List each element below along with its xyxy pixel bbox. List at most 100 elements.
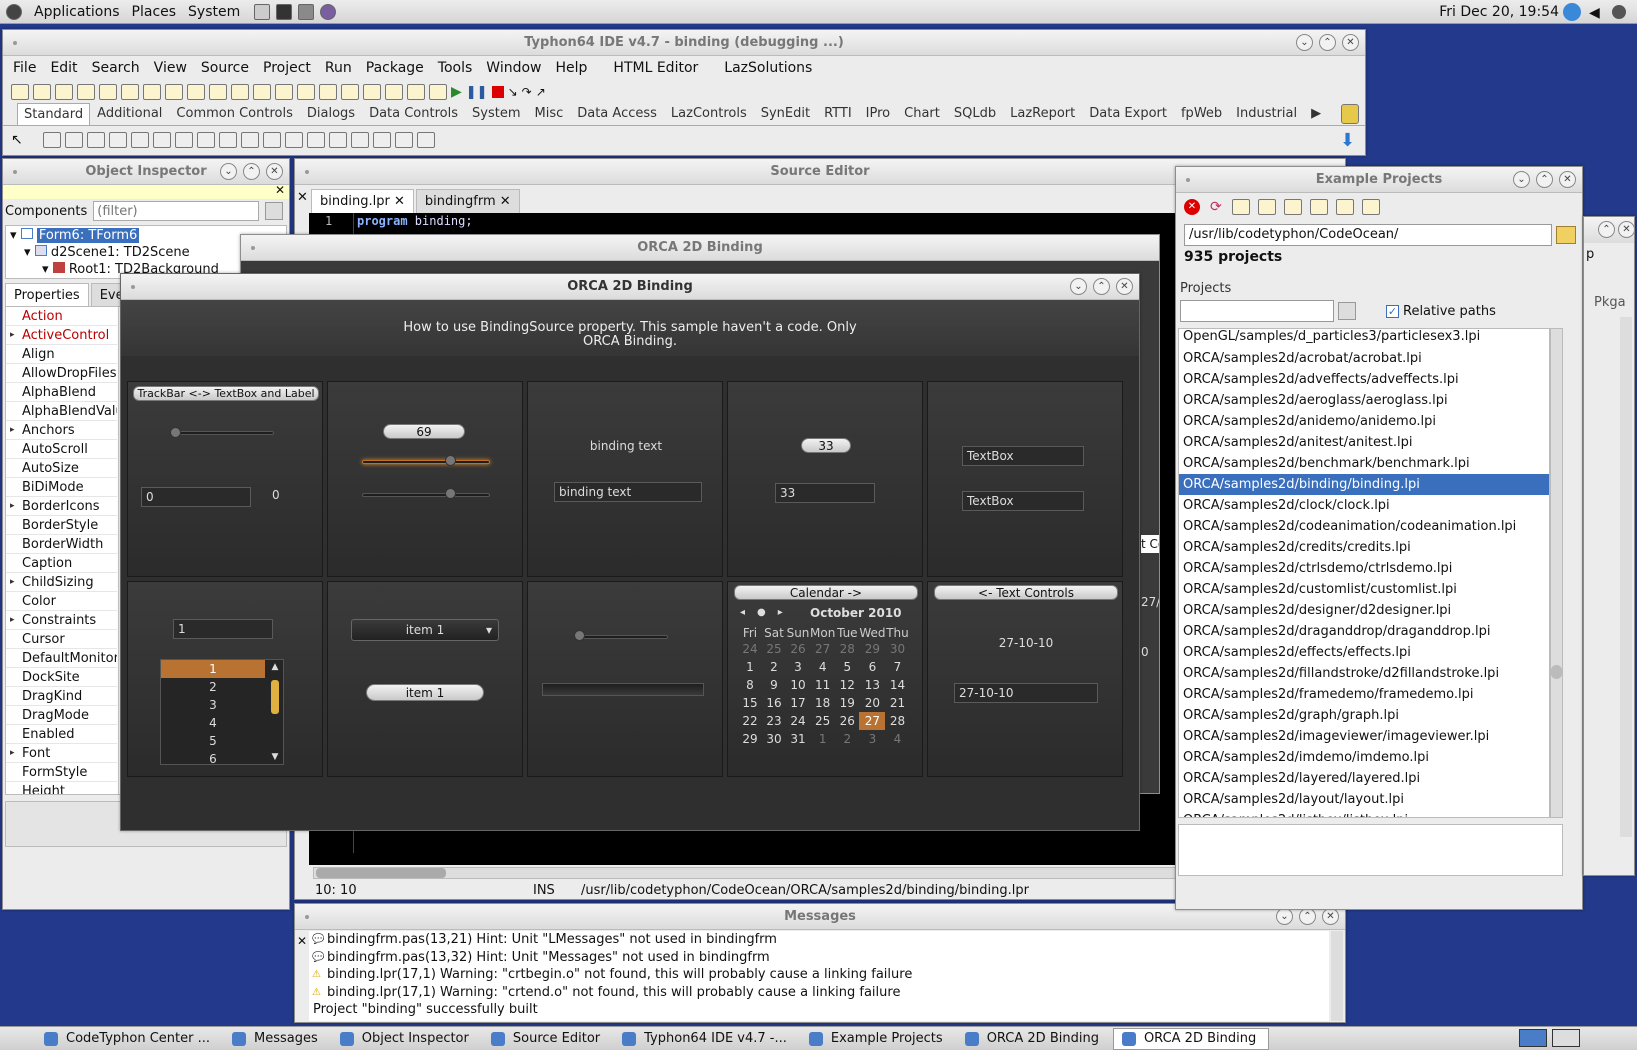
close-icon[interactable]: ✕ — [275, 183, 285, 197]
calendar-day[interactable]: 18 — [810, 694, 835, 712]
property-row[interactable]: ▸ Constraints — [6, 611, 117, 630]
tab-additional[interactable]: Additional — [90, 102, 169, 125]
message-row[interactable]: Project "binding" successfully built — [309, 1001, 1329, 1019]
project-list-item[interactable]: ORCA/samples2d/anitest/anitest.lpi — [1179, 432, 1549, 453]
trackbar[interactable] — [174, 431, 274, 435]
property-row[interactable]: Caption — [6, 554, 117, 573]
progress-trackbar-thumb[interactable] — [574, 630, 585, 641]
menu-view[interactable]: View — [154, 60, 187, 76]
example-projects-titlebar[interactable]: Example Projects ⌄ ⌃ ✕ — [1176, 167, 1582, 193]
taskbar-item[interactable]: Messages — [224, 1028, 330, 1050]
tab-ipro[interactable]: IPro — [859, 102, 897, 125]
project-list-item[interactable]: ORCA/samples2d/graph/graph.lpi — [1179, 705, 1549, 726]
list-item[interactable]: 4 — [161, 714, 265, 732]
textbox-top[interactable]: TextBox — [962, 446, 1084, 466]
slider-top-thumb[interactable] — [445, 455, 456, 466]
project-list-item[interactable]: ORCA/samples2d/designer/d2designer.lpi — [1179, 600, 1549, 621]
listbox-scrollbar[interactable]: ▲ ▼ — [269, 662, 281, 762]
relative-paths-checkbox[interactable]: ✓ Relative paths — [1386, 304, 1496, 319]
tab-bindingfrm[interactable]: bindingfrm ✕ — [415, 189, 520, 213]
taskbar-item[interactable]: CodeTyphon Center ... — [36, 1028, 222, 1050]
calendar-day[interactable]: 11 — [810, 676, 835, 694]
calendar-day[interactable]: 27 — [859, 712, 886, 730]
property-row[interactable]: DragKind — [6, 687, 117, 706]
debug-icon[interactable] — [429, 84, 447, 100]
minimize-icon[interactable]: ⌄ — [1513, 171, 1530, 188]
calendar-day[interactable]: 24 — [738, 640, 762, 658]
calendar-day[interactable]: 30 — [762, 730, 786, 748]
ide-logo-icon[interactable] — [1341, 104, 1359, 124]
menu-source[interactable]: Source — [201, 60, 249, 76]
project-list-item[interactable]: ORCA/samples2d/framedemo/framedemo.lpi — [1179, 684, 1549, 705]
taskbar-item[interactable]: Object Inspector — [332, 1028, 481, 1050]
menu-search[interactable]: Search — [92, 60, 140, 76]
menu-html-editor[interactable]: HTML Editor — [613, 60, 698, 76]
refresh-icon[interactable]: ⟳ — [1210, 199, 1222, 215]
scrollbar-icon[interactable] — [284, 132, 303, 148]
save-icon[interactable] — [121, 84, 139, 100]
calendar-day[interactable]: 28 — [835, 640, 859, 658]
calendar-day[interactable]: 29 — [859, 640, 885, 658]
tab-binding-lpr[interactable]: binding.lpr ✕ — [311, 189, 414, 213]
action-list-icon[interactable] — [416, 132, 435, 148]
combobox-icon[interactable] — [262, 132, 281, 148]
project-list-item[interactable]: ORCA/samples2d/layout/layout.lpi — [1179, 789, 1549, 810]
progress-trackbar[interactable] — [578, 635, 668, 639]
maximize-icon[interactable]: ⌃ — [1536, 171, 1553, 188]
close-icon[interactable]: ✕ — [1116, 278, 1133, 295]
property-row[interactable]: Height — [6, 782, 117, 794]
step-out-icon[interactable]: ↗ — [536, 85, 546, 99]
calendar-day[interactable]: 23 — [762, 712, 786, 730]
taskbar-item[interactable]: Typhon64 IDE v4.7 -... — [614, 1028, 799, 1050]
project-list-item[interactable]: ORCA/samples2d/credits/credits.lpi — [1179, 537, 1549, 558]
menu-run[interactable]: Run — [325, 60, 352, 76]
workspace-switcher[interactable] — [1519, 1029, 1547, 1047]
property-row[interactable]: ▸ Anchors — [6, 421, 117, 440]
remove-folder-icon[interactable] — [1309, 199, 1328, 215]
prev-month-icon[interactable]: ◂ — [740, 607, 745, 618]
minimize-icon[interactable]: ⌄ — [220, 163, 237, 180]
save-all-icon[interactable] — [143, 84, 161, 100]
project-list-item[interactable]: ORCA/samples2d/aeroglass/aeroglass.lpi — [1179, 390, 1549, 411]
menu-package[interactable]: Package — [366, 60, 424, 76]
calendar-day[interactable]: 13 — [859, 676, 885, 694]
today-icon[interactable]: ● — [757, 607, 766, 618]
radiogroup-icon[interactable] — [328, 132, 347, 148]
calendar-day[interactable]: 2 — [835, 730, 859, 748]
tab-data-controls[interactable]: Data Controls — [362, 102, 465, 125]
component-icon[interactable] — [363, 84, 381, 100]
project-list-item[interactable]: OpenGL/samples/d_particles3/particlesex3… — [1179, 329, 1549, 348]
popup-menu-icon[interactable] — [64, 132, 83, 148]
terminal-icon[interactable] — [276, 3, 293, 20]
binding-text-input[interactable]: binding text — [554, 482, 702, 502]
project-options-icon[interactable] — [231, 84, 249, 100]
listbox[interactable]: 123456 — [160, 659, 284, 765]
item-combobox[interactable]: item 1 ▾ — [351, 619, 499, 641]
message-row[interactable]: 💬 bindingfrm.pas(13,21) Hint: Unit "LMess… — [309, 931, 1329, 949]
spin-value-input[interactable]: 33 — [775, 483, 875, 503]
panel-icon[interactable] — [372, 132, 391, 148]
textbox-bottom[interactable]: TextBox — [962, 491, 1084, 511]
calendar-grid[interactable]: Fri Sat Sun Mon Tue Wed Thu 24 25 26 27 28 29 30 1 2 3 4 5… — [738, 626, 909, 748]
add-folder-icon[interactable] — [1283, 199, 1302, 215]
side-vscrollbar[interactable] — [1620, 317, 1632, 837]
property-row[interactable]: AutoScroll — [6, 440, 117, 459]
project-list-item[interactable]: ORCA/samples2d/customlist/customlist.lpi — [1179, 579, 1549, 600]
calendar-day[interactable]: 1 — [738, 658, 762, 676]
copy-example-icon[interactable] — [1257, 199, 1276, 215]
list-item[interactable]: 3 — [161, 696, 265, 714]
calendar-day[interactable]: 14 — [885, 676, 909, 694]
close-icon[interactable]: ✕ — [266, 163, 283, 180]
volume-icon[interactable]: ◀ — [1589, 5, 1600, 21]
open-project-icon[interactable] — [99, 84, 117, 100]
user-icon[interactable] — [1612, 5, 1626, 19]
menu-applications[interactable]: Applications — [34, 4, 120, 20]
side-window-pkga[interactable]: Pkga — [1594, 295, 1626, 310]
edit-icon[interactable] — [130, 132, 149, 148]
download-arrow-icon[interactable]: ⬇ — [1340, 132, 1360, 150]
launcher-icon[interactable] — [254, 3, 271, 20]
clear-filter-icon[interactable] — [1338, 302, 1356, 320]
new-file-icon[interactable] — [11, 84, 29, 100]
clock[interactable]: Fri Dec 20, 19:54 — [1439, 4, 1559, 20]
clear-filter-icon[interactable] — [265, 202, 284, 220]
